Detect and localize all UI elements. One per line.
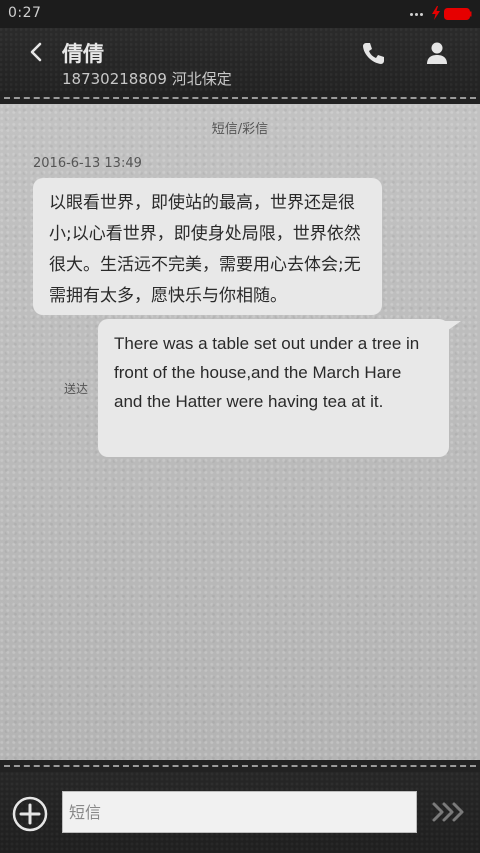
contact-name: 倩倩 [62, 42, 104, 66]
message-list[interactable]: 短信/彩信 2016-6-13 13:49 以眼看世界，即使站的最高，世界还是很… [0, 104, 480, 760]
header-divider-stitch [0, 92, 480, 104]
message-input[interactable] [62, 791, 417, 833]
status-bar: 0:27 [0, 0, 480, 28]
contact-phone-location: 18730218809 河北保定 [62, 70, 232, 88]
outgoing-message-text: There was a table set out under a tree i… [114, 334, 420, 411]
plus-circle-icon[interactable] [12, 796, 48, 832]
message-composer [0, 772, 480, 853]
footer-divider-stitch [0, 760, 480, 772]
person-icon[interactable] [424, 40, 450, 66]
delivery-status: 送达 [64, 382, 89, 396]
chevron-left-icon[interactable] [22, 38, 50, 66]
status-time: 0:27 [8, 5, 42, 21]
send-chevrons-icon[interactable] [430, 798, 468, 826]
incoming-message-bubble[interactable]: 以眼看世界，即使站的最高，世界还是很小;以心看世界，即使身处局限，世界依然很大。… [33, 178, 382, 315]
charging-icon [432, 6, 440, 20]
sms-conversation-screen: 0:27 倩倩 18730218809 河北保定 短信/彩信 2016-6-13… [0, 0, 480, 853]
more-dots-icon [410, 6, 428, 20]
outgoing-message-bubble[interactable]: There was a table set out under a tree i… [98, 319, 449, 457]
battery-icon [444, 8, 472, 20]
message-timestamp: 2016-6-13 13:49 [33, 156, 142, 171]
phone-icon[interactable] [360, 40, 386, 66]
conversation-header: 倩倩 18730218809 河北保定 [0, 28, 480, 96]
incoming-message-text: 以眼看世界，即使站的最高，世界还是很小;以心看世界，即使身处局限，世界依然很大。… [49, 193, 361, 306]
message-type-label: 短信/彩信 [211, 122, 269, 137]
